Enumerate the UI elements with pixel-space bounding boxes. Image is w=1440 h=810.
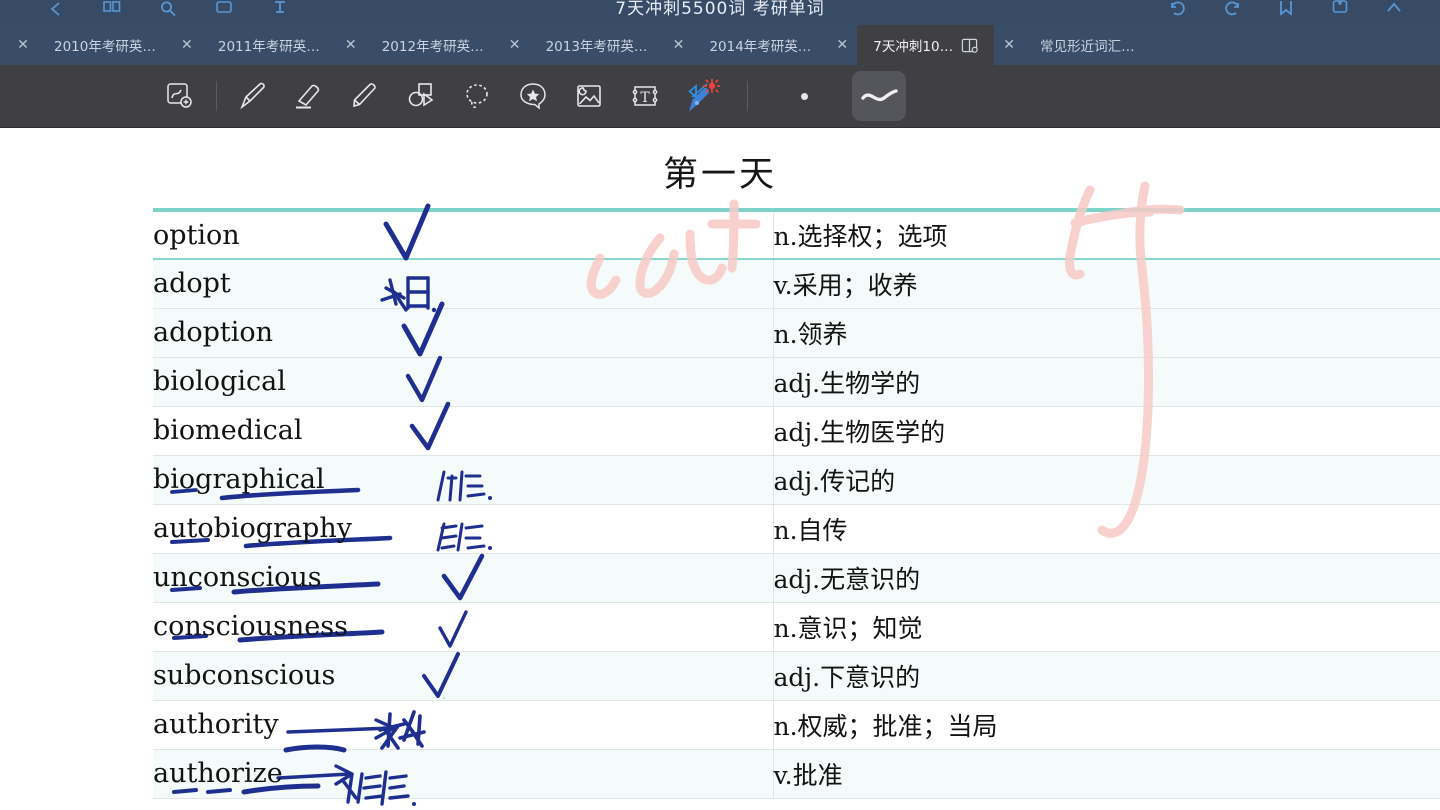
bluetooth-pen-tool-icon[interactable] (673, 73, 729, 119)
redo-icon[interactable] (1222, 0, 1242, 19)
vocab-word: unconscious (153, 562, 322, 593)
vocab-word-cell: autobiography (153, 504, 774, 554)
text-box-tool-icon[interactable]: T (617, 73, 673, 119)
vocab-word: biological (153, 366, 286, 397)
tab-label: 2011年考研英… (217, 39, 320, 55)
window-title-bar: 7天冲刺5500词 考研单词 (0, 0, 1440, 25)
tab-item[interactable]: 2010年考研英… (38, 25, 172, 65)
table-row: option n.选择权；选项 (153, 208, 1440, 260)
vocab-word: adopt (153, 268, 231, 300)
pen-tool-icon[interactable] (225, 73, 281, 119)
table-row: biological adj.生物学的 (153, 357, 1440, 407)
vocab-definition-cell: n.自传 (773, 504, 1440, 554)
toolbar-divider-2 (747, 81, 748, 111)
vocab-definition-cell: adj.下意识的 (773, 651, 1440, 701)
vocab-word: authorize (153, 758, 283, 789)
vocab-definition-cell: v.采用；收养 (773, 258, 1440, 309)
tab-label: 常见形近词汇… (1040, 39, 1135, 55)
vocab-definition-cell: adj.无意识的 (773, 553, 1440, 603)
tab-item[interactable]: 2012年考研英… (366, 25, 500, 65)
tab-label: 7天冲刺10… (873, 39, 954, 55)
tab-close-button[interactable]: ✕ (336, 25, 366, 65)
annotation-toolbar[interactable]: T (0, 65, 1440, 128)
vocab-definition-cell: n.权威；批准；当局 (773, 700, 1440, 750)
vocab-word-cell: authority (153, 700, 774, 750)
vocab-word: autobiography (153, 513, 352, 544)
tab-close-button[interactable]: ✕ (500, 25, 530, 65)
tab-item[interactable]: 2013年考研英… (530, 25, 664, 65)
vocab-word: biographical (153, 464, 325, 495)
vocab-word: biomedical (153, 415, 303, 446)
bookmark-icon[interactable] (1276, 0, 1296, 19)
vocab-word: option (153, 219, 240, 251)
vocab-word-cell: biographical (153, 455, 774, 505)
vocab-word-cell: biological (153, 357, 774, 407)
vocab-definition-cell: n.意识；知觉 (773, 602, 1440, 652)
stroke-width-preview[interactable] (852, 71, 906, 121)
tab-close-button[interactable]: ✕ (663, 25, 693, 65)
vocab-word-cell: option (153, 208, 774, 260)
vocab-word-cell: adoption (153, 308, 774, 358)
tab-active[interactable]: 7天冲刺10… (857, 25, 995, 65)
ink-color-swatch[interactable] (776, 92, 832, 100)
sticker-tool-icon[interactable] (505, 73, 561, 119)
vocab-definition-cell: v.批准 (773, 749, 1440, 799)
page-icon[interactable] (1330, 0, 1350, 19)
undo-icon[interactable] (1168, 0, 1188, 19)
table-row: biomedical adj.生物医学的 (153, 406, 1440, 456)
snip-zoom-tool-icon[interactable] (152, 73, 208, 119)
lasso-tool-icon[interactable] (449, 73, 505, 119)
vocab-word-cell: authorize (153, 749, 774, 799)
table-row: authority n.权威；批准；当局 (153, 700, 1440, 750)
tab-close-button[interactable]: ✕ (827, 25, 857, 65)
vocab-definition-cell: n.领养 (773, 308, 1440, 358)
vocab-definition-cell: adj.传记的 (773, 455, 1440, 505)
app-window: 7天冲刺5500词 考研单词 ✕ 2010年考研英… ✕ 2011年考研英… ✕ 2012… (0, 0, 1440, 810)
tab-label: 2013年考研英… (545, 39, 648, 55)
document-page: 第一天 option n.选择权；选项 adopt v.采用；收养 adoption n.… (0, 128, 1440, 810)
vocab-word-cell: consciousness (153, 602, 774, 652)
vocab-word-cell: subconscious (153, 651, 774, 701)
vocab-word: adoption (153, 317, 274, 348)
image-tool-icon[interactable] (561, 73, 617, 119)
svg-text:T: T (640, 90, 650, 106)
table-row: adopt v.采用；收养 (153, 258, 1440, 309)
vocab-word: consciousness (153, 611, 348, 642)
tab-item[interactable]: 常见形近词汇… (1024, 25, 1151, 65)
vocab-definition-cell: adj.生物医学的 (773, 406, 1440, 456)
highlighter-tool-icon[interactable] (337, 73, 393, 119)
tab-close-button[interactable]: ✕ (172, 25, 202, 65)
tab-close-button[interactable]: ✕ (994, 25, 1024, 65)
tab-item[interactable]: 2014年考研英… (693, 25, 827, 65)
book-icon[interactable] (961, 37, 978, 54)
tab-label: 2014年考研英… (709, 39, 812, 55)
shapes-tool-icon[interactable] (393, 73, 449, 119)
page-title: 第一天 (662, 155, 777, 195)
vocab-definition-cell: adj.生物学的 (773, 357, 1440, 407)
tab-label: 2012年考研英… (381, 39, 484, 55)
table-row: authorize v.批准 (153, 749, 1440, 799)
vocab-word: authority (153, 709, 279, 740)
vocab-word-cell: adopt (153, 258, 774, 309)
tab-strip[interactable]: ✕ 2010年考研英… ✕ 2011年考研英… ✕ 2012年考研英… ✕ 2013年考研英…… (0, 25, 1440, 65)
vocabulary-table: option n.选择权；选项 adopt v.采用；收养 adoption n.领养 bi… (153, 208, 1440, 799)
table-row: biographical adj.传记的 (153, 455, 1440, 505)
tab-item[interactable] (0, 25, 8, 65)
eraser-tool-icon[interactable] (281, 73, 337, 119)
tab-item[interactable]: 2011年考研英… (202, 25, 336, 65)
table-row: subconscious adj.下意识的 (153, 651, 1440, 701)
tab-close-button[interactable]: ✕ (8, 25, 38, 65)
table-row: adoption n.领养 (153, 308, 1440, 358)
collapse-icon[interactable] (1384, 0, 1404, 19)
table-row: autobiography n.自传 (153, 504, 1440, 554)
table-row: unconscious adj.无意识的 (153, 553, 1440, 603)
vocab-word: subconscious (153, 660, 336, 691)
vocab-definition-cell: n.选择权；选项 (773, 208, 1440, 260)
vocab-word-cell: biomedical (153, 406, 774, 456)
table-row: consciousness n.意识；知觉 (153, 602, 1440, 652)
tab-label: 2010年考研英… (54, 39, 156, 55)
vocab-word-cell: unconscious (153, 553, 774, 603)
toolbar-divider (216, 81, 217, 111)
